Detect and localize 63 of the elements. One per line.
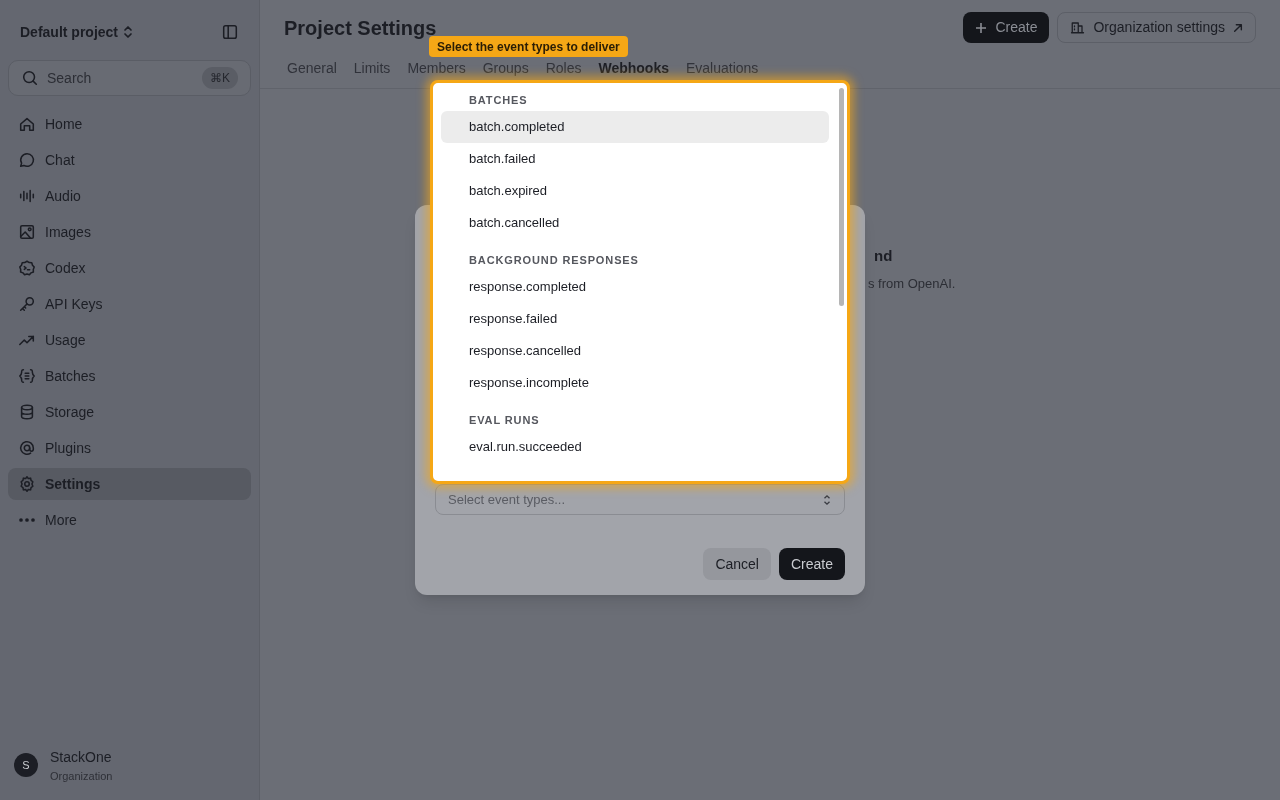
event-type-select[interactable]: Select event types... — [435, 484, 845, 515]
settings-icon — [18, 475, 36, 493]
event-type-option[interactable]: batch.expired — [441, 175, 829, 207]
image-icon — [18, 223, 36, 241]
building-icon — [1070, 20, 1086, 35]
tab[interactable]: Roles — [545, 57, 582, 79]
event-type-option[interactable]: response.completed — [441, 271, 829, 303]
tooltip: Select the event types to deliver — [429, 36, 628, 57]
sidebar-item[interactable]: Images — [8, 216, 251, 248]
more-icon — [18, 518, 36, 522]
tab[interactable]: Members — [407, 57, 466, 79]
tab[interactable]: Webhooks — [598, 57, 669, 79]
sidebar-item[interactable]: Storage — [8, 396, 251, 428]
event-type-option[interactable]: batch.failed — [441, 143, 829, 175]
project-switcher[interactable]: Default project — [20, 21, 134, 43]
event-type-option[interactable]: response.incomplete — [441, 367, 829, 399]
create-button[interactable]: Create — [778, 548, 845, 580]
group-heading: BACKGROUND RESPONSES — [468, 252, 640, 268]
arrow-up-right-icon — [1233, 22, 1243, 33]
sidebar-toggle-icon[interactable] — [221, 23, 239, 41]
plus-icon — [975, 21, 988, 34]
create-button[interactable]: Create — [963, 12, 1050, 43]
sidebar-item[interactable]: Chat — [8, 144, 251, 176]
chevron-up-down-icon — [122, 25, 134, 39]
avatar: S — [14, 753, 38, 778]
group-heading: EVAL RUNS — [468, 412, 541, 428]
organization-settings-button[interactable]: Organization settings — [1057, 12, 1256, 43]
sidebar-item[interactable]: Batches — [8, 360, 251, 392]
waveform-icon — [18, 187, 36, 205]
tab[interactable]: Evaluations — [686, 57, 759, 79]
search-input[interactable]: Search — [47, 67, 194, 89]
sidebar-item[interactable]: Usage — [8, 324, 251, 356]
speech-bubble-icon — [18, 151, 36, 169]
group-heading: BATCHES — [468, 92, 529, 108]
braces-icon — [18, 367, 36, 385]
sidebar-item[interactable]: Settings — [8, 468, 251, 500]
sidebar-item[interactable]: Codex — [8, 252, 251, 284]
empty-state-title: nd — [874, 246, 893, 266]
database-icon — [18, 403, 36, 421]
search-icon — [21, 69, 39, 87]
event-type-option[interactable]: batch.cancelled — [441, 207, 829, 239]
cancel-button[interactable]: Cancel — [703, 548, 771, 580]
sidebar-item[interactable]: API Keys — [8, 288, 251, 320]
terminal-badge-icon — [18, 259, 36, 277]
home-icon — [18, 115, 36, 133]
tab[interactable]: General — [287, 57, 337, 79]
event-type-option[interactable]: response.failed — [441, 303, 829, 335]
sidebar-item[interactable]: Audio — [8, 180, 251, 212]
scrollbar-thumb[interactable] — [839, 88, 844, 306]
organization-name: StackOne — [50, 747, 113, 767]
at-sign-icon — [18, 439, 36, 457]
event-type-option[interactable]: response.cancelled — [441, 335, 829, 367]
event-type-option[interactable]: eval.run.succeeded — [441, 431, 829, 463]
sidebar-item[interactable]: More — [8, 504, 251, 536]
tab[interactable]: Limits — [353, 57, 391, 79]
sidebar-item[interactable]: Home — [8, 108, 251, 140]
chevron-up-down-icon — [822, 492, 832, 507]
tab[interactable]: Groups — [482, 57, 529, 79]
event-type-option[interactable]: batch.completed — [441, 111, 829, 143]
key-icon — [18, 295, 36, 313]
sidebar-item[interactable]: Plugins — [8, 432, 251, 464]
organization-label: Organization — [50, 768, 113, 784]
empty-state-description: s from OpenAI. — [868, 275, 956, 293]
